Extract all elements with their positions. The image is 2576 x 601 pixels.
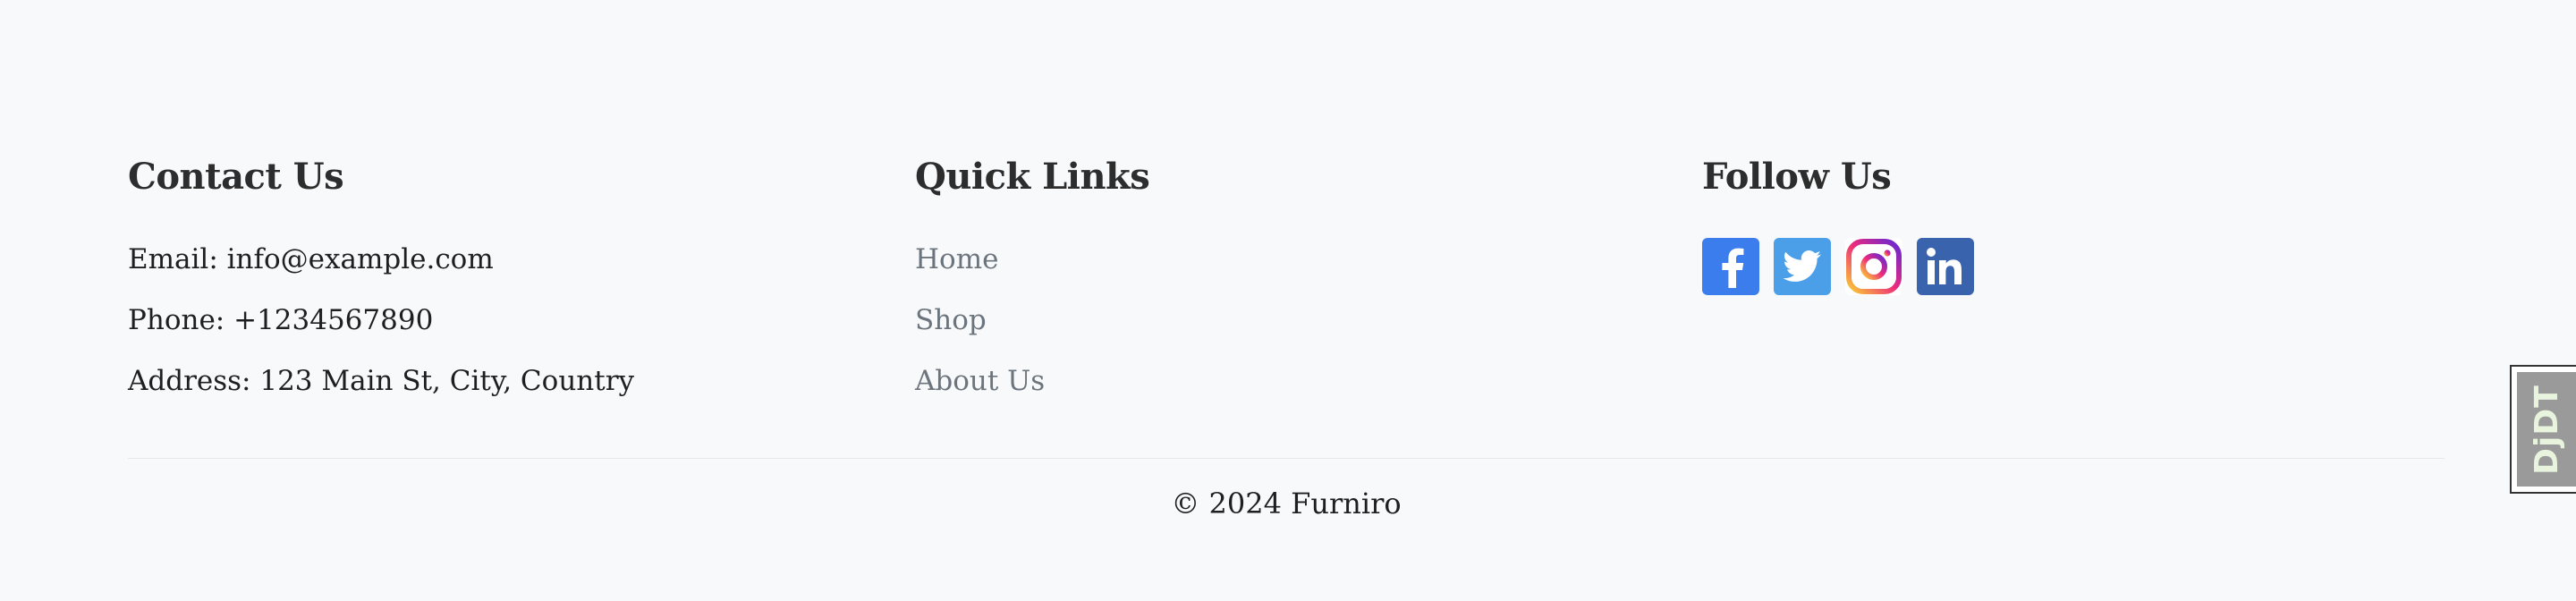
follow-section: Follow Us xyxy=(1702,152,1974,295)
contact-heading: Contact Us xyxy=(128,156,344,198)
debug-toolbar-tab[interactable]: DjDT xyxy=(2517,372,2576,487)
linkedin-icon[interactable] xyxy=(1917,238,1974,295)
footer-divider xyxy=(128,458,2445,459)
twitter-icon[interactable] xyxy=(1774,238,1831,295)
quick-links-section: Quick Links Home Shop About Us xyxy=(915,152,1150,411)
social-links xyxy=(1702,238,1974,295)
quick-link-home[interactable]: Home xyxy=(915,229,1149,290)
quick-links-heading: Quick Links xyxy=(915,156,1150,198)
facebook-icon[interactable] xyxy=(1702,238,1759,295)
site-footer: Contact Us Email: info@example.com Phone… xyxy=(128,0,2445,601)
debug-toolbar-handle[interactable]: DjDT xyxy=(2510,365,2576,494)
quick-link-about-us[interactable]: About Us xyxy=(915,351,1149,411)
copyright-text: © 2024 Furniro xyxy=(1171,487,1402,521)
quick-link-shop[interactable]: Shop xyxy=(915,290,1149,351)
quick-links-nav: Home Shop About Us xyxy=(915,229,1149,411)
contact-phone: Phone: +1234567890 xyxy=(128,304,434,336)
contact-address: Address: 123 Main St, City, Country xyxy=(128,365,635,397)
contact-section: Contact Us Email: info@example.com Phone… xyxy=(128,152,634,411)
debug-toolbar-label: DjDT xyxy=(2528,384,2565,475)
instagram-icon[interactable] xyxy=(1845,238,1902,295)
contact-details: Email: info@example.com Phone: +12345678… xyxy=(128,229,634,411)
follow-heading: Follow Us xyxy=(1702,156,1892,198)
contact-email: Email: info@example.com xyxy=(128,243,494,275)
